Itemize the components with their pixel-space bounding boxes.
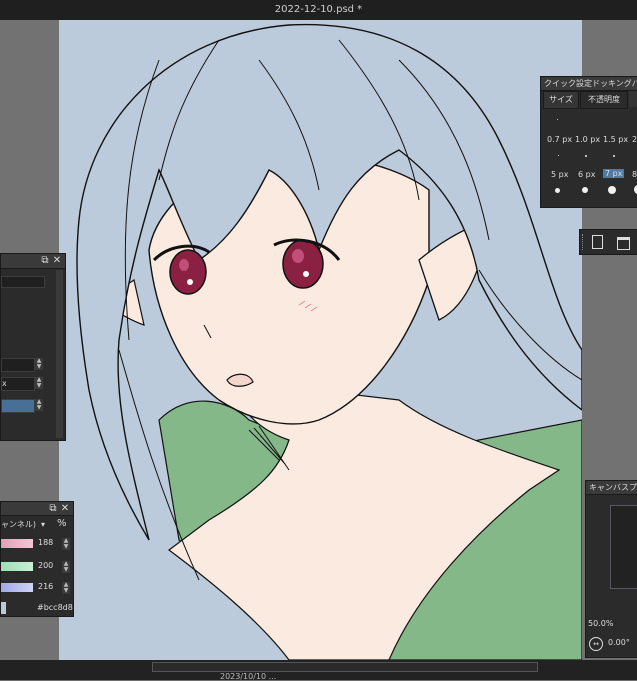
value-field-1[interactable]	[1, 358, 35, 372]
value-field-3-spinner[interactable]: ▲ ▼	[35, 399, 43, 411]
value-field-2-spinner[interactable]: ▲ ▼	[35, 377, 43, 389]
brush-dot-5[interactable]	[555, 188, 560, 193]
color-mode-select[interactable]: ャンネル) ▾	[1, 519, 47, 531]
tab-opacity[interactable]: 不透明度	[580, 91, 628, 109]
brush-dot-1[interactable]	[558, 155, 559, 156]
left-panel-top-header: ⧉ ✕	[1, 254, 65, 269]
percent-toggle[interactable]: %	[57, 518, 67, 529]
size-07[interactable]: 0.7 px	[547, 135, 572, 144]
brush-dot-7[interactable]	[608, 186, 616, 194]
tab-size[interactable]: サイズ	[543, 91, 579, 109]
value-field-3[interactable]	[1, 399, 35, 413]
channel-slider-1[interactable]	[1, 539, 33, 548]
close-icon[interactable]: ✕	[59, 503, 71, 515]
channel-slider-2[interactable]	[1, 562, 33, 571]
brush-dot-15[interactable]	[585, 155, 587, 157]
zoom-value[interactable]: 50.0%	[588, 619, 613, 628]
brush-dot-07[interactable]	[557, 119, 558, 120]
mouth	[226, 373, 254, 387]
new-page-icon[interactable]	[592, 235, 603, 249]
brush-dot-2[interactable]	[613, 155, 615, 157]
left-panel-top: ⧉ ✕ ▲ ▼ x ▲ ▼ ▲ ▼	[0, 253, 66, 441]
size-5[interactable]: 5 px	[551, 170, 568, 179]
close-icon[interactable]: ✕	[51, 255, 63, 267]
size-7-selected[interactable]: 7 px	[603, 169, 625, 178]
channel-value-3[interactable]: 216	[38, 582, 53, 591]
size-2[interactable]: 2	[632, 135, 637, 144]
chevron-down-icon: ▾	[40, 520, 45, 529]
color-slider-panel: ⧉ ✕ ャンネル) ▾ % 188 ▲ ▼ 200 ▲ ▼ 216 ▲ ▼ #bcc8d8	[0, 501, 74, 617]
window-title: 2022-12-10.psd *	[0, 0, 637, 20]
eye-right	[282, 239, 324, 289]
horizontal-scrollbar[interactable]	[152, 662, 538, 672]
channel-value-2[interactable]: 200	[38, 561, 53, 570]
size-10[interactable]: 1.0 px	[575, 135, 600, 144]
size-15[interactable]: 1.5 px	[603, 135, 628, 144]
channel-value-1[interactable]: 188	[38, 538, 53, 547]
quick-settings-title: クイック設定ドッキングパネル	[541, 77, 637, 91]
color-panel-header: ⧉ ✕	[1, 502, 73, 516]
preview-area[interactable]	[610, 505, 637, 589]
float-window-icon[interactable]: ⧉	[39, 255, 51, 267]
channel-1-spinner[interactable]: ▲ ▼	[62, 538, 70, 550]
canvas-preview-title: キャンバスプレビュ	[586, 481, 637, 495]
folder-icon[interactable]	[617, 237, 630, 250]
value-field-2[interactable]: x	[1, 377, 35, 391]
color-swatch	[1, 602, 6, 614]
size-6[interactable]: 6 px	[578, 170, 595, 179]
icon-toolbar	[579, 229, 637, 255]
grip-icon	[582, 234, 585, 250]
tab-more[interactable]	[629, 91, 637, 107]
rotation-value[interactable]: 0.00°	[608, 638, 630, 647]
rotate-icon[interactable]: ↔	[589, 637, 603, 651]
float-window-icon[interactable]: ⧉	[47, 503, 59, 515]
eye-left	[169, 249, 207, 295]
panel-scrollbar[interactable]	[56, 270, 63, 438]
artwork	[76, 23, 582, 660]
quick-settings-panel: クイック設定ドッキングパネル サイズ 不透明度 0.7 px 1.0 px 1.…	[540, 76, 637, 208]
panel-field-top[interactable]	[1, 276, 45, 288]
channel-slider-3[interactable]	[1, 583, 33, 592]
channel-2-spinner[interactable]: ▲ ▼	[62, 561, 70, 573]
channel-3-spinner[interactable]: ▲ ▼	[62, 582, 70, 594]
canvas-preview-panel: キャンバスプレビュ 50.0% ↔ 0.00°	[585, 480, 637, 658]
drawing-canvas[interactable]	[59, 20, 582, 660]
hex-value-field[interactable]: #bcc8d8	[37, 603, 73, 612]
size-8[interactable]: 8	[632, 170, 637, 179]
brush-dot-6[interactable]	[582, 187, 588, 193]
value-field-1-spinner[interactable]: ▲ ▼	[35, 358, 43, 370]
